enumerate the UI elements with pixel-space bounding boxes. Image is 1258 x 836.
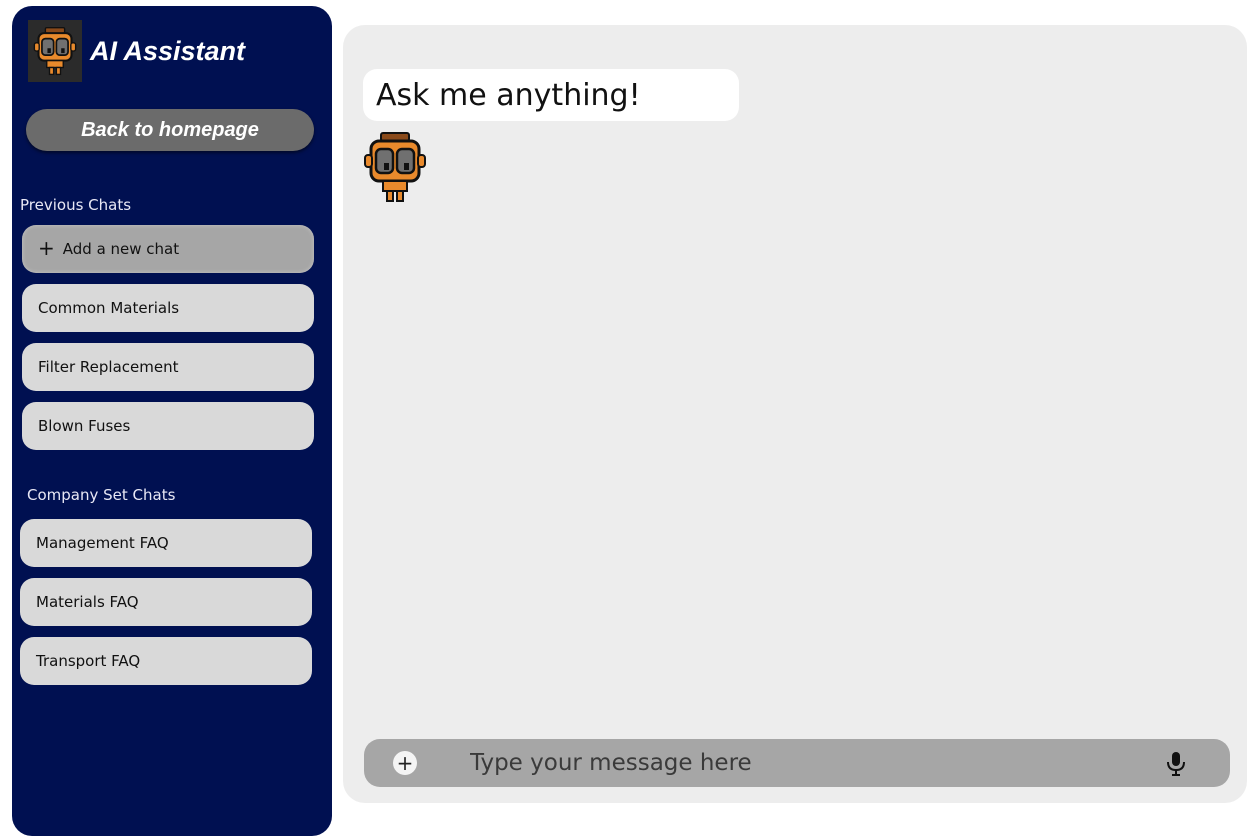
plus-icon: +: [38, 236, 55, 260]
chat-item-common-materials[interactable]: Common Materials: [22, 284, 314, 332]
add-new-chat-label: Add a new chat: [62, 240, 180, 258]
company-set-chats-label: Company Set Chats: [27, 486, 176, 504]
app-title: AI Assistant: [90, 35, 246, 66]
brand: AI Assistant: [28, 20, 245, 82]
plus-icon[interactable]: +: [393, 751, 417, 775]
chat-item-transport-faq[interactable]: Transport FAQ: [20, 637, 312, 685]
message-composer: +: [364, 739, 1230, 787]
chat-item-blown-fuses[interactable]: Blown Fuses: [22, 402, 314, 450]
chat-item-management-faq[interactable]: Management FAQ: [20, 519, 312, 567]
chat-item-filter-replacement[interactable]: Filter Replacement: [22, 343, 314, 391]
robot-mascot-icon: [28, 20, 82, 82]
chat-panel: Ask me anything! +: [343, 25, 1247, 803]
message-input[interactable]: [464, 739, 1144, 787]
robot-mascot-icon: [363, 131, 427, 203]
sidebar: AI Assistant Back to homepage Previous C…: [12, 6, 332, 836]
previous-chats-label: Previous Chats: [20, 196, 132, 214]
back-to-homepage-button[interactable]: Back to homepage: [26, 109, 314, 151]
microphone-icon[interactable]: [1164, 751, 1188, 777]
chat-item-materials-faq[interactable]: Materials FAQ: [20, 578, 312, 626]
assistant-message: Ask me anything!: [363, 69, 739, 121]
add-new-chat-button[interactable]: + Add a new chat: [22, 225, 314, 273]
